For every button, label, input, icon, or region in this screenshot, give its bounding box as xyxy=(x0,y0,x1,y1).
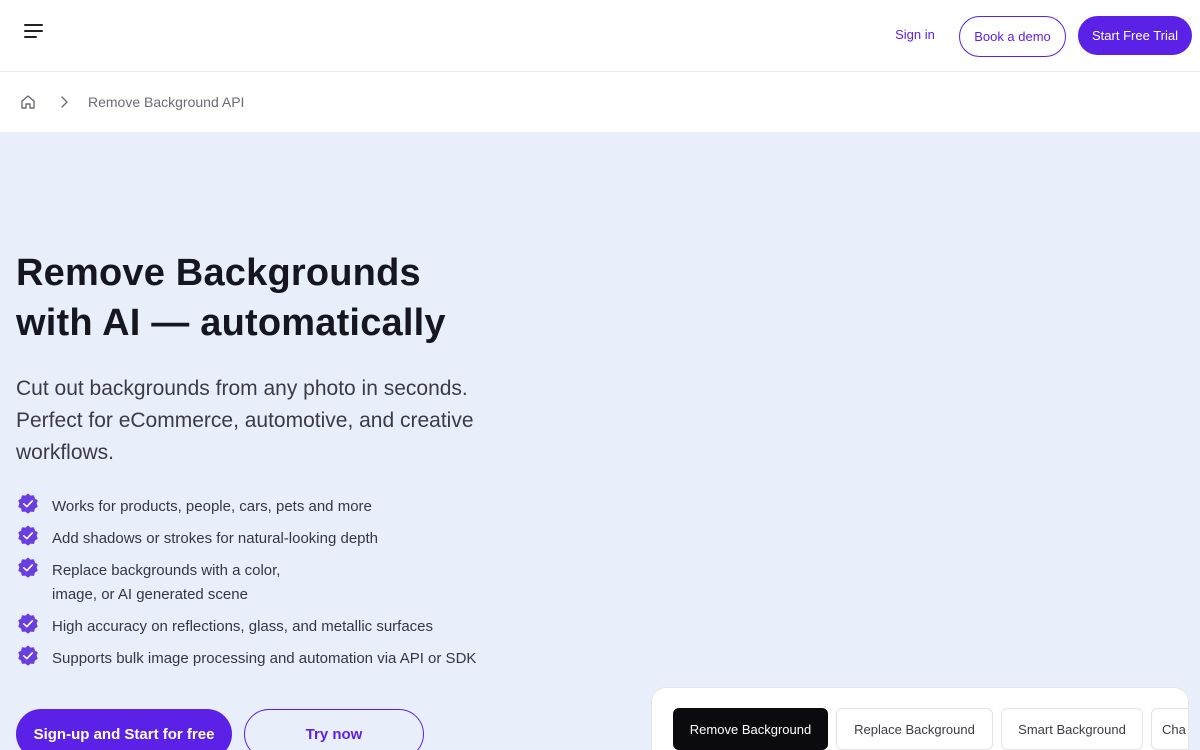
start-free-trial-button[interactable]: Start Free Trial xyxy=(1078,16,1192,55)
breadcrumb-current: Remove Background API xyxy=(88,94,245,110)
page-title-line: Remove Backgrounds xyxy=(16,252,421,294)
try-now-button[interactable]: Try now xyxy=(244,709,424,750)
verified-check-icon xyxy=(18,613,38,634)
top-header: Sign in Book a demo Start Free Trial xyxy=(0,0,1200,72)
verified-check-icon xyxy=(18,557,38,578)
feature-text: Supports bulk image processing and autom… xyxy=(52,650,477,667)
tab-smart-background[interactable]: Smart Background xyxy=(1001,708,1143,750)
signup-start-free-button[interactable]: Sign-up and Start for free xyxy=(16,709,232,750)
feature-text-line: Replace backgrounds with a color, xyxy=(52,562,281,579)
demo-card: Remove Background Replace Background Sma… xyxy=(652,688,1188,750)
tab-partial[interactable]: Cha xyxy=(1151,708,1188,750)
chevron-right-icon xyxy=(61,96,68,108)
feature-text: Add shadows or strokes for natural-looki… xyxy=(52,530,379,547)
menu-icon[interactable] xyxy=(22,22,46,42)
verified-check-icon xyxy=(18,525,38,546)
hero-subtitle: Cut out backgrounds from any photo in se… xyxy=(16,377,474,464)
verified-check-icon xyxy=(18,645,38,666)
page-title-line: with AI — automatically xyxy=(16,302,446,344)
verified-check-icon xyxy=(18,493,38,514)
book-demo-button[interactable]: Book a demo xyxy=(959,16,1066,57)
sign-in-link[interactable]: Sign in xyxy=(880,24,950,46)
page-title: Remove Backgrounds with AI — automatical… xyxy=(16,248,536,348)
tab-replace-background[interactable]: Replace Background xyxy=(836,708,993,750)
menu-icon-bar xyxy=(24,24,43,26)
home-icon[interactable] xyxy=(19,93,37,111)
tab-remove-background[interactable]: Remove Background xyxy=(673,708,828,750)
feature-text: High accuracy on reflections, glass, and… xyxy=(52,618,434,635)
menu-icon-bar xyxy=(24,30,43,32)
feature-text-line: image, or AI generated scene xyxy=(52,586,248,603)
feature-text: Works for products, people, cars, pets a… xyxy=(52,498,372,515)
menu-icon-bar xyxy=(24,36,37,38)
feature-text: Replace backgrounds with a color, image,… xyxy=(52,559,572,607)
